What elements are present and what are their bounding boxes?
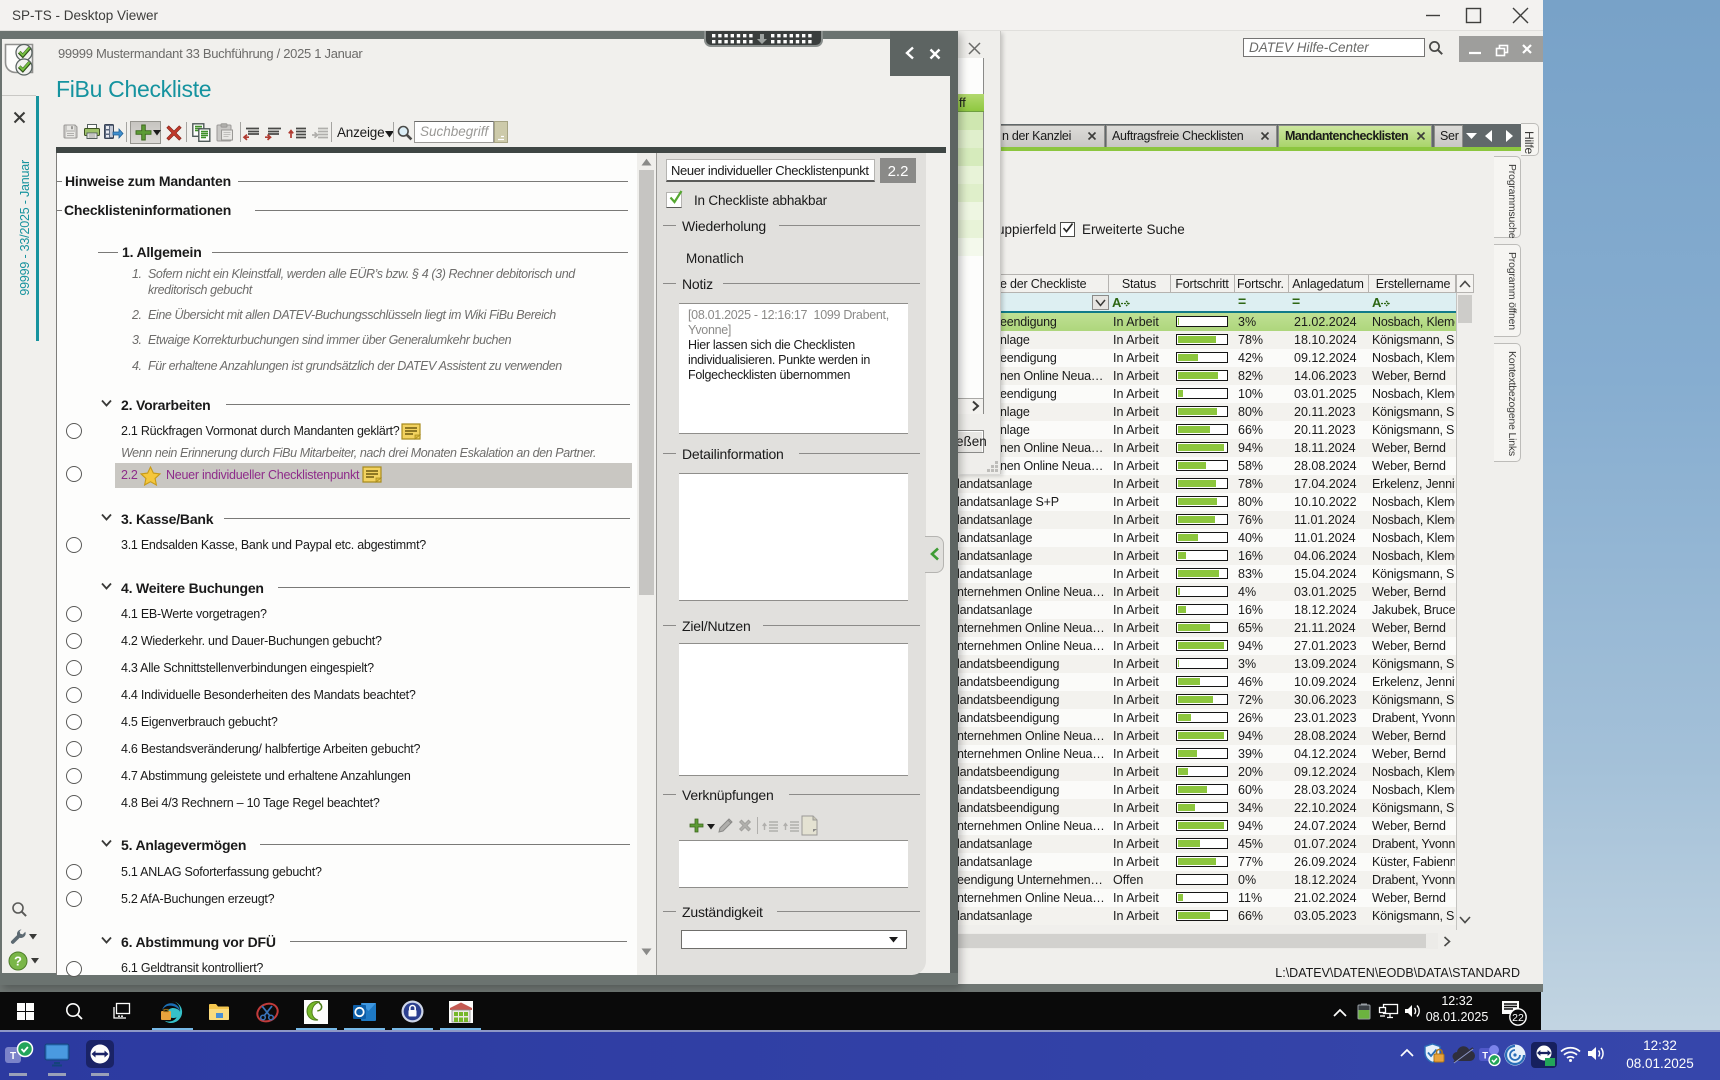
svg-text:T: T xyxy=(10,1051,16,1062)
svg-text:T: T xyxy=(1482,1051,1488,1062)
svg-text:22: 22 xyxy=(1512,1012,1524,1024)
svg-text:?: ? xyxy=(14,954,22,969)
